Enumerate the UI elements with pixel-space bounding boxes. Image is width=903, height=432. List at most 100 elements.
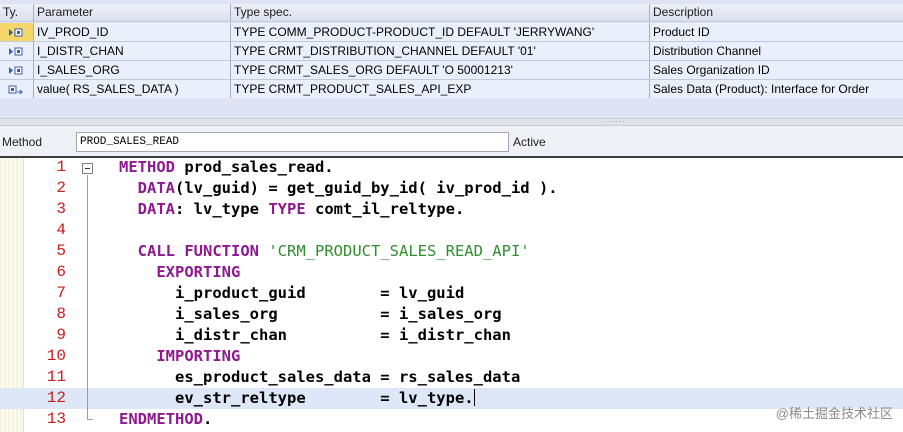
parameter-kind-cell[interactable]: [0, 23, 34, 42]
parameter-kind-cell[interactable]: [0, 61, 34, 80]
code-line[interactable]: 13 ENDMETHOD.: [0, 409, 903, 430]
code-token: i_distr_chan = i_distr_chan: [175, 326, 511, 344]
code-line[interactable]: 2 DATA(lv_guid) = get_guid_by_id( iv_pro…: [0, 178, 903, 199]
line-number: 13: [46, 410, 66, 428]
code-line[interactable]: 9 i_distr_chan = i_distr_chan: [0, 325, 903, 346]
parameter-row[interactable]: value( RS_SALES_DATA ) TYPE CRMT_PRODUCT_…: [0, 80, 903, 99]
column-header-type-spec[interactable]: Type spec.: [231, 4, 650, 22]
type-spec-cell[interactable]: TYPE CRMT_DISTRIBUTION_CHANNEL DEFAULT '…: [231, 42, 650, 61]
parameter-kind-cell[interactable]: [0, 42, 34, 61]
line-number: 2: [56, 179, 66, 197]
code-line[interactable]: 1 METHOD prod_sales_read.: [0, 157, 903, 178]
text-caret: [473, 389, 475, 406]
code-token: es_product_sales_data = rs_sales_data: [175, 368, 521, 386]
code-text[interactable]: IMPORTING: [119, 346, 240, 367]
abap-keyword: EXPORTING: [156, 263, 241, 281]
code-text[interactable]: i_product_guid = lv_guid: [119, 283, 464, 304]
status-label: Active: [513, 135, 546, 149]
abap-keyword: DATA: [137, 179, 175, 197]
column-header-parameter[interactable]: Parameter: [34, 4, 231, 22]
method-name-field[interactable]: PROD_SALES_READ: [76, 132, 509, 152]
parameter-row[interactable]: I_DISTR_CHAN TYPE CRMT_DISTRIBUTION_CHANN…: [0, 42, 903, 61]
line-number: 8: [56, 305, 66, 323]
description-cell[interactable]: Sales Organization ID: [650, 61, 903, 80]
code-line[interactable]: 11 es_product_sales_data = rs_sales_data: [0, 367, 903, 388]
code-token: prod_sales_read.: [175, 158, 334, 176]
code-token: (lv_guid) = get_guid_by_id( iv_prod_id )…: [175, 179, 558, 197]
parameter-row[interactable]: IV_PROD_ID TYPE COMM_PRODUCT-PRODUCT_ID D…: [0, 23, 903, 42]
code-text[interactable]: EXPORTING: [119, 262, 240, 283]
grip-dots-icon: ······: [604, 117, 626, 126]
parameter-name-cell[interactable]: I_DISTR_CHAN: [34, 42, 231, 61]
code-text[interactable]: i_distr_chan = i_distr_chan: [119, 325, 511, 346]
type-spec-cell[interactable]: TYPE CRMT_SALES_ORG DEFAULT 'O 50001213': [231, 61, 650, 80]
watermark: @稀土掘金技术社区: [775, 406, 893, 421]
line-number: 4: [56, 221, 66, 239]
line-number: 5: [56, 242, 66, 260]
splitter-handle[interactable]: ······: [0, 118, 903, 126]
abap-keyword: CALL FUNCTION: [137, 242, 259, 260]
parameter-table: Ty. Parameter Type spec. Description IV_…: [0, 0, 903, 118]
code-line[interactable]: 4: [0, 220, 903, 241]
abap-keyword: METHOD: [119, 158, 175, 176]
code-token: ev_str_reltype = lv_type.: [175, 389, 474, 407]
description-cell[interactable]: Distribution Channel: [650, 42, 903, 61]
collapse-block-icon[interactable]: [82, 163, 93, 174]
parameter-name-cell[interactable]: I_SALES_ORG: [34, 61, 231, 80]
column-header-type[interactable]: Ty.: [0, 4, 34, 22]
type-spec-cell[interactable]: TYPE CRMT_PRODUCT_SALES_API_EXP: [231, 80, 650, 99]
parameter-name-cell[interactable]: IV_PROD_ID: [34, 23, 231, 42]
code-text[interactable]: es_product_sales_data = rs_sales_data: [119, 367, 520, 388]
parameter-row[interactable]: I_SALES_ORG TYPE CRMT_SALES_ORG DEFAULT '…: [0, 61, 903, 80]
code-text[interactable]: DATA: lv_type TYPE comt_il_reltype.: [119, 199, 465, 220]
line-number: 10: [46, 347, 66, 365]
code-token: .: [203, 410, 213, 428]
code-line[interactable]: 5 CALL FUNCTION 'CRM_PRODUCT_SALES_READ_…: [0, 241, 903, 262]
code-editor[interactable]: 1 METHOD prod_sales_read. 2 DATA(lv_guid) …: [0, 156, 903, 432]
line-number: 7: [56, 284, 66, 302]
code-line[interactable]: 12 ev_str_reltype = lv_type.: [0, 388, 903, 409]
importing-param-icon: [9, 47, 23, 56]
code-token: i_product_guid = lv_guid: [175, 284, 465, 302]
description-cell[interactable]: Sales Data (Product): Interface for Orde…: [650, 80, 903, 99]
parameter-kind-cell[interactable]: [0, 80, 34, 99]
code-line[interactable]: 10 IMPORTING: [0, 346, 903, 367]
line-number: 6: [56, 263, 66, 281]
code-line[interactable]: 3 DATA: lv_type TYPE comt_il_reltype.: [0, 199, 903, 220]
type-spec-cell[interactable]: TYPE COMM_PRODUCT-PRODUCT_ID DEFAULT 'JE…: [231, 23, 650, 42]
description-cell[interactable]: Product ID: [650, 23, 903, 42]
abap-keyword: TYPE: [268, 200, 306, 218]
code-line[interactable]: 8 i_sales_org = i_sales_org: [0, 304, 903, 325]
abap-keyword: IMPORTING: [156, 347, 241, 365]
parameter-name-cell[interactable]: value( RS_SALES_DATA ): [34, 80, 231, 99]
code-text[interactable]: METHOD prod_sales_read.: [119, 157, 334, 178]
code-text[interactable]: DATA(lv_guid) = get_guid_by_id( iv_prod_…: [119, 178, 558, 199]
column-header-description[interactable]: Description: [650, 4, 903, 22]
line-number: 11: [46, 368, 66, 386]
importing-param-icon: [9, 66, 23, 75]
line-number: 9: [56, 326, 66, 344]
parameter-table-empty-area[interactable]: [0, 98, 903, 118]
code-token: i_sales_org = i_sales_org: [175, 305, 502, 323]
code-line[interactable]: 7 i_product_guid = lv_guid: [0, 283, 903, 304]
fold-guide-line: [87, 175, 88, 419]
code-line[interactable]: 6 EXPORTING: [0, 262, 903, 283]
method-bar: Method PROD_SALES_READ Active: [0, 126, 903, 156]
line-number: 3: [56, 200, 66, 218]
code-text[interactable]: ENDMETHOD.: [119, 409, 212, 430]
code-text[interactable]: CALL FUNCTION 'CRM_PRODUCT_SALES_READ_AP…: [119, 241, 530, 262]
code-text[interactable]: i_sales_org = i_sales_org: [119, 304, 502, 325]
abap-keyword: ENDMETHOD: [119, 410, 203, 428]
code-text[interactable]: ev_str_reltype = lv_type.: [119, 388, 475, 409]
abap-keyword: DATA: [137, 200, 175, 218]
